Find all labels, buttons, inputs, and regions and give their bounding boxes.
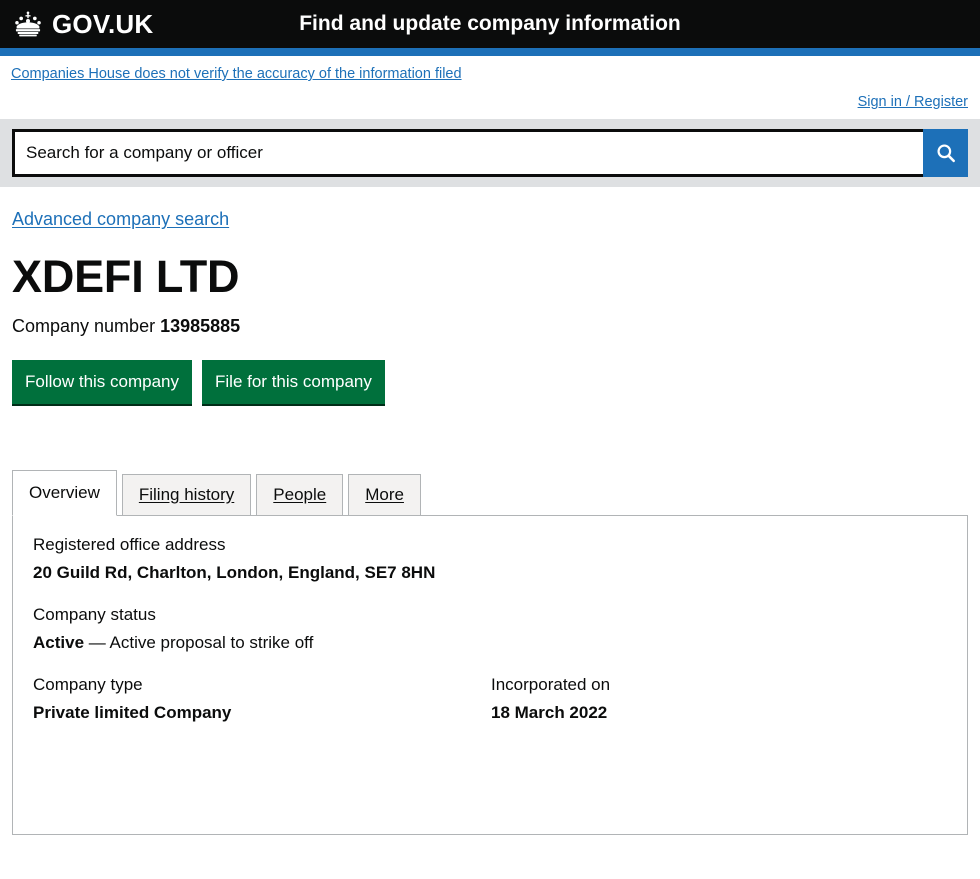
govuk-header: GOV.UK Find and update company informati…	[0, 0, 980, 48]
tab-more[interactable]: More	[348, 473, 421, 516]
file-for-this-company-button[interactable]: File for this company	[202, 359, 385, 404]
search-input[interactable]	[15, 132, 923, 174]
disclaimer-link[interactable]: Companies House does not verify the accu…	[11, 66, 462, 82]
company-type-value: Private limited Company	[33, 702, 232, 722]
main-content: Advanced company search XDEFI LTD Compan…	[0, 187, 980, 835]
govuk-logo-text: GOV.UK	[52, 9, 154, 39]
overview-panel: Registered office address 20 Guild Rd, C…	[12, 514, 968, 835]
company-type-block: Company type Private limited Company	[33, 675, 490, 723]
company-number-label: Company number	[12, 315, 156, 336]
follow-this-company-button[interactable]: Follow this company	[12, 359, 193, 404]
company-number: Company number 13985885	[12, 316, 968, 337]
search-icon	[935, 142, 957, 164]
incorporated-on-label: Incorporated on	[491, 674, 611, 694]
tab-filing-history[interactable]: Filing history	[121, 473, 252, 516]
company-tabs: Overview Filing history People More Regi…	[12, 469, 968, 835]
sign-in-register-link[interactable]: Sign in / Register	[858, 94, 968, 110]
company-status-label: Company status	[33, 604, 156, 624]
registered-office-address-block: Registered office address 20 Guild Rd, C…	[33, 535, 947, 583]
company-number-value: 13985885	[160, 315, 241, 336]
company-status-block: Company status Active — Active proposal …	[33, 605, 947, 653]
tab-list: Overview Filing history People More	[12, 469, 968, 516]
incorporated-on-block: Incorporated on 18 March 2022	[490, 675, 947, 723]
status-badge: Active	[33, 632, 85, 652]
advanced-search-row: Advanced company search	[12, 187, 968, 230]
tab-overview[interactable]: Overview	[12, 469, 117, 516]
company-status-value: Active — Active proposal to strike off	[33, 633, 947, 653]
disclaimer-row: Companies House does not verify the accu…	[0, 56, 980, 83]
company-status-suffix: — Active proposal to strike off	[84, 632, 314, 652]
advanced-company-search-link[interactable]: Advanced company search	[12, 209, 229, 229]
account-row: Sign in / Register	[0, 83, 980, 119]
registered-office-address-label: Registered office address	[33, 534, 226, 554]
incorporated-on-value: 18 March 2022	[491, 702, 608, 722]
page-title: XDEFI LTD	[12, 251, 240, 302]
govuk-logo-link[interactable]: GOV.UK	[0, 10, 153, 38]
tab-people[interactable]: People	[256, 473, 344, 516]
company-action-buttons: Follow this company File for this compan…	[12, 359, 968, 404]
search-strip	[0, 119, 980, 187]
header-blue-rule	[0, 48, 980, 56]
registered-office-address-value: 20 Guild Rd, Charlton, London, England, …	[33, 562, 436, 582]
crown-icon	[11, 10, 45, 38]
company-type-label: Company type	[33, 674, 143, 694]
company-details-columns: Company type Private limited Company Inc…	[33, 675, 947, 723]
search-button[interactable]	[923, 129, 968, 177]
search-box	[12, 129, 968, 177]
